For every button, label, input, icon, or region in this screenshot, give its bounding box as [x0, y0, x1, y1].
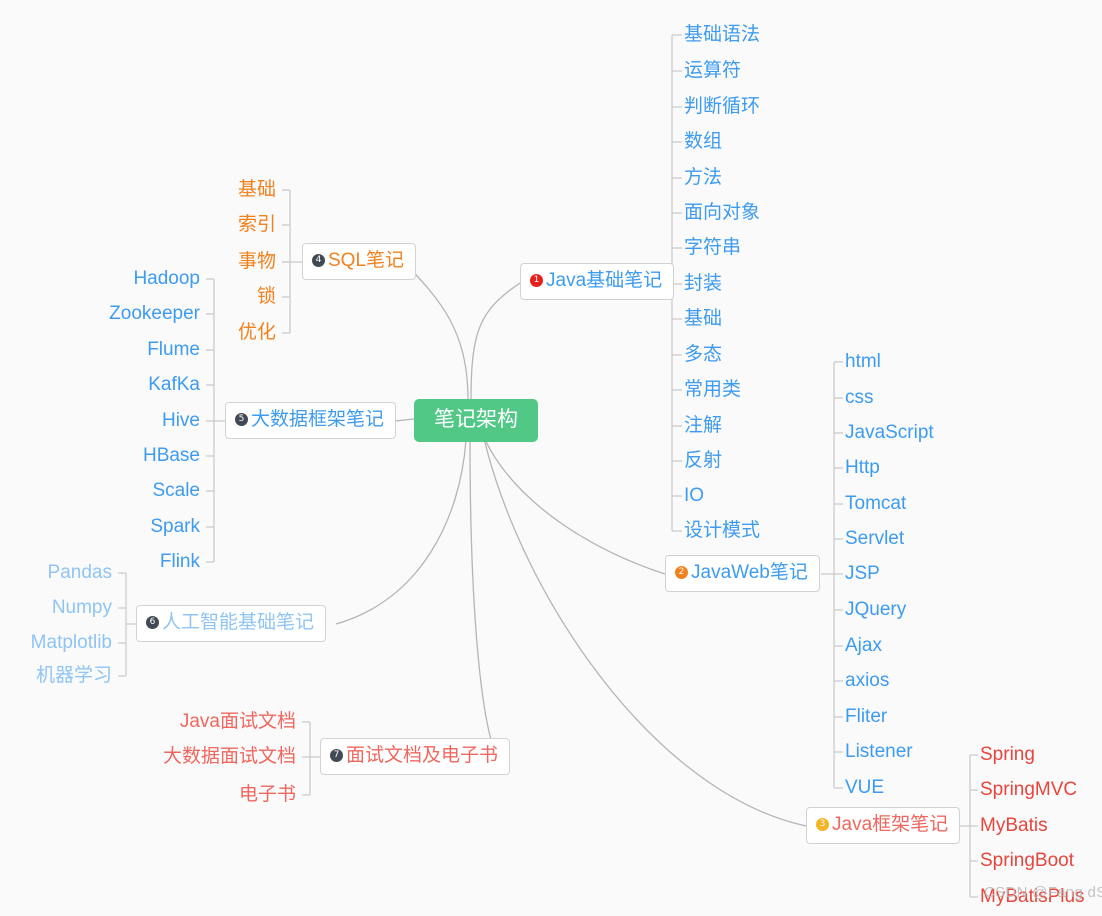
leaf-java-frame-3[interactable]: SpringBoot — [980, 849, 1074, 873]
branch-node-bigdata[interactable]: 5 大数据框架笔记 — [225, 402, 397, 439]
badge-1: 1 — [530, 273, 543, 287]
branch-label-ai: 人工智能基础笔记 — [162, 612, 315, 633]
leaf-bigdata-0[interactable]: Hadoop — [70, 267, 200, 291]
leaf-javaweb-8[interactable]: Ajax — [845, 634, 882, 658]
leaf-ai-0[interactable]: Pandas — [0, 561, 112, 585]
leaf-bigdata-6[interactable]: Scale — [70, 479, 200, 503]
badge-5: 5 — [235, 412, 248, 426]
branch-label-sql: SQL笔记 — [328, 250, 405, 271]
leaf-interview-2[interactable]: 电子书 — [120, 783, 296, 807]
leaf-javaweb-1[interactable]: css — [845, 386, 874, 410]
leaf-java-basic-8[interactable]: 基础 — [684, 307, 722, 331]
leaf-java-basic-11[interactable]: 注解 — [684, 414, 722, 438]
root-node[interactable]: 笔记架构 — [414, 399, 538, 442]
branch-label-java-basic: Java基础笔记 — [546, 270, 663, 291]
branch-node-java-frame[interactable]: 3 Java框架笔记 — [806, 807, 961, 844]
branch-node-interview[interactable]: 7 面试文档及电子书 — [320, 738, 511, 775]
leaf-javaweb-5[interactable]: Servlet — [845, 527, 904, 551]
leaf-javaweb-2[interactable]: JavaScript — [845, 421, 934, 445]
leaf-java-frame-0[interactable]: Spring — [980, 743, 1035, 767]
branch-label-interview: 面试文档及电子书 — [346, 745, 499, 766]
leaf-java-basic-0[interactable]: 基础语法 — [684, 23, 760, 47]
leaf-java-basic-4[interactable]: 方法 — [684, 166, 722, 190]
leaf-bigdata-3[interactable]: KafKa — [70, 373, 200, 397]
leaf-ai-2[interactable]: Matplotlib — [0, 631, 112, 655]
leaf-bigdata-1[interactable]: Zookeeper — [70, 302, 200, 326]
mindmap-canvas: 笔记架构 1 Java基础笔记 基础语法 运算符 判断循环 数组 方法 面向对象… — [0, 0, 1102, 916]
leaf-bigdata-5[interactable]: HBase — [70, 444, 200, 468]
leaf-java-frame-2[interactable]: MyBatis — [980, 814, 1048, 838]
root-node-label: 笔记架构 — [434, 408, 518, 431]
leaf-interview-1[interactable]: 大数据面试文档 — [120, 745, 296, 769]
leaf-java-basic-7[interactable]: 封装 — [684, 272, 722, 296]
leaf-javaweb-3[interactable]: Http — [845, 456, 880, 480]
leaf-java-basic-12[interactable]: 反射 — [684, 449, 722, 473]
leaf-sql-0[interactable]: 基础 — [180, 178, 276, 202]
leaf-ai-3[interactable]: 机器学习 — [0, 664, 112, 688]
leaf-java-frame-1[interactable]: SpringMVC — [980, 778, 1077, 802]
branch-label-bigdata: 大数据框架笔记 — [251, 409, 385, 430]
leaf-ai-1[interactable]: Numpy — [0, 596, 112, 620]
leaf-java-basic-9[interactable]: 多态 — [684, 343, 722, 367]
branch-node-ai[interactable]: 6 人工智能基础笔记 — [136, 605, 327, 642]
leaf-bigdata-2[interactable]: Flume — [70, 338, 200, 362]
leaf-javaweb-0[interactable]: html — [845, 350, 881, 374]
branch-label-javaweb: JavaWeb笔记 — [691, 562, 808, 583]
badge-7: 7 — [330, 748, 343, 762]
leaf-javaweb-10[interactable]: Fliter — [845, 705, 887, 729]
leaf-java-basic-2[interactable]: 判断循环 — [684, 95, 760, 119]
leaf-javaweb-11[interactable]: Listener — [845, 740, 913, 764]
branch-node-sql[interactable]: 4 SQL笔记 — [302, 243, 417, 280]
badge-3: 3 — [816, 817, 829, 831]
leaf-java-basic-6[interactable]: 字符串 — [684, 236, 741, 260]
leaf-java-basic-13[interactable]: IO — [684, 484, 704, 508]
badge-2: 2 — [675, 565, 688, 579]
leaf-javaweb-6[interactable]: JSP — [845, 562, 880, 586]
leaf-java-basic-5[interactable]: 面向对象 — [684, 201, 760, 225]
leaf-sql-1[interactable]: 索引 — [180, 213, 276, 237]
leaf-java-basic-3[interactable]: 数组 — [684, 130, 722, 154]
watermark: CSDN @Fang dS — [984, 884, 1102, 901]
leaf-java-basic-14[interactable]: 设计模式 — [684, 519, 760, 543]
leaf-java-basic-1[interactable]: 运算符 — [684, 59, 741, 83]
leaf-javaweb-12[interactable]: VUE — [845, 776, 884, 800]
badge-6: 6 — [146, 615, 159, 629]
branch-node-javaweb[interactable]: 2 JavaWeb笔记 — [665, 555, 820, 592]
branch-label-java-frame: Java框架笔记 — [832, 814, 949, 835]
leaf-javaweb-9[interactable]: axios — [845, 669, 889, 693]
badge-4: 4 — [312, 253, 325, 267]
leaf-bigdata-7[interactable]: Spark — [70, 515, 200, 539]
leaf-java-basic-10[interactable]: 常用类 — [684, 378, 741, 402]
leaf-javaweb-7[interactable]: JQuery — [845, 598, 906, 622]
branch-node-java-basic[interactable]: 1 Java基础笔记 — [520, 263, 675, 300]
leaf-javaweb-4[interactable]: Tomcat — [845, 492, 906, 516]
leaf-interview-0[interactable]: Java面试文档 — [120, 710, 296, 734]
leaf-bigdata-4[interactable]: Hive — [70, 409, 200, 433]
